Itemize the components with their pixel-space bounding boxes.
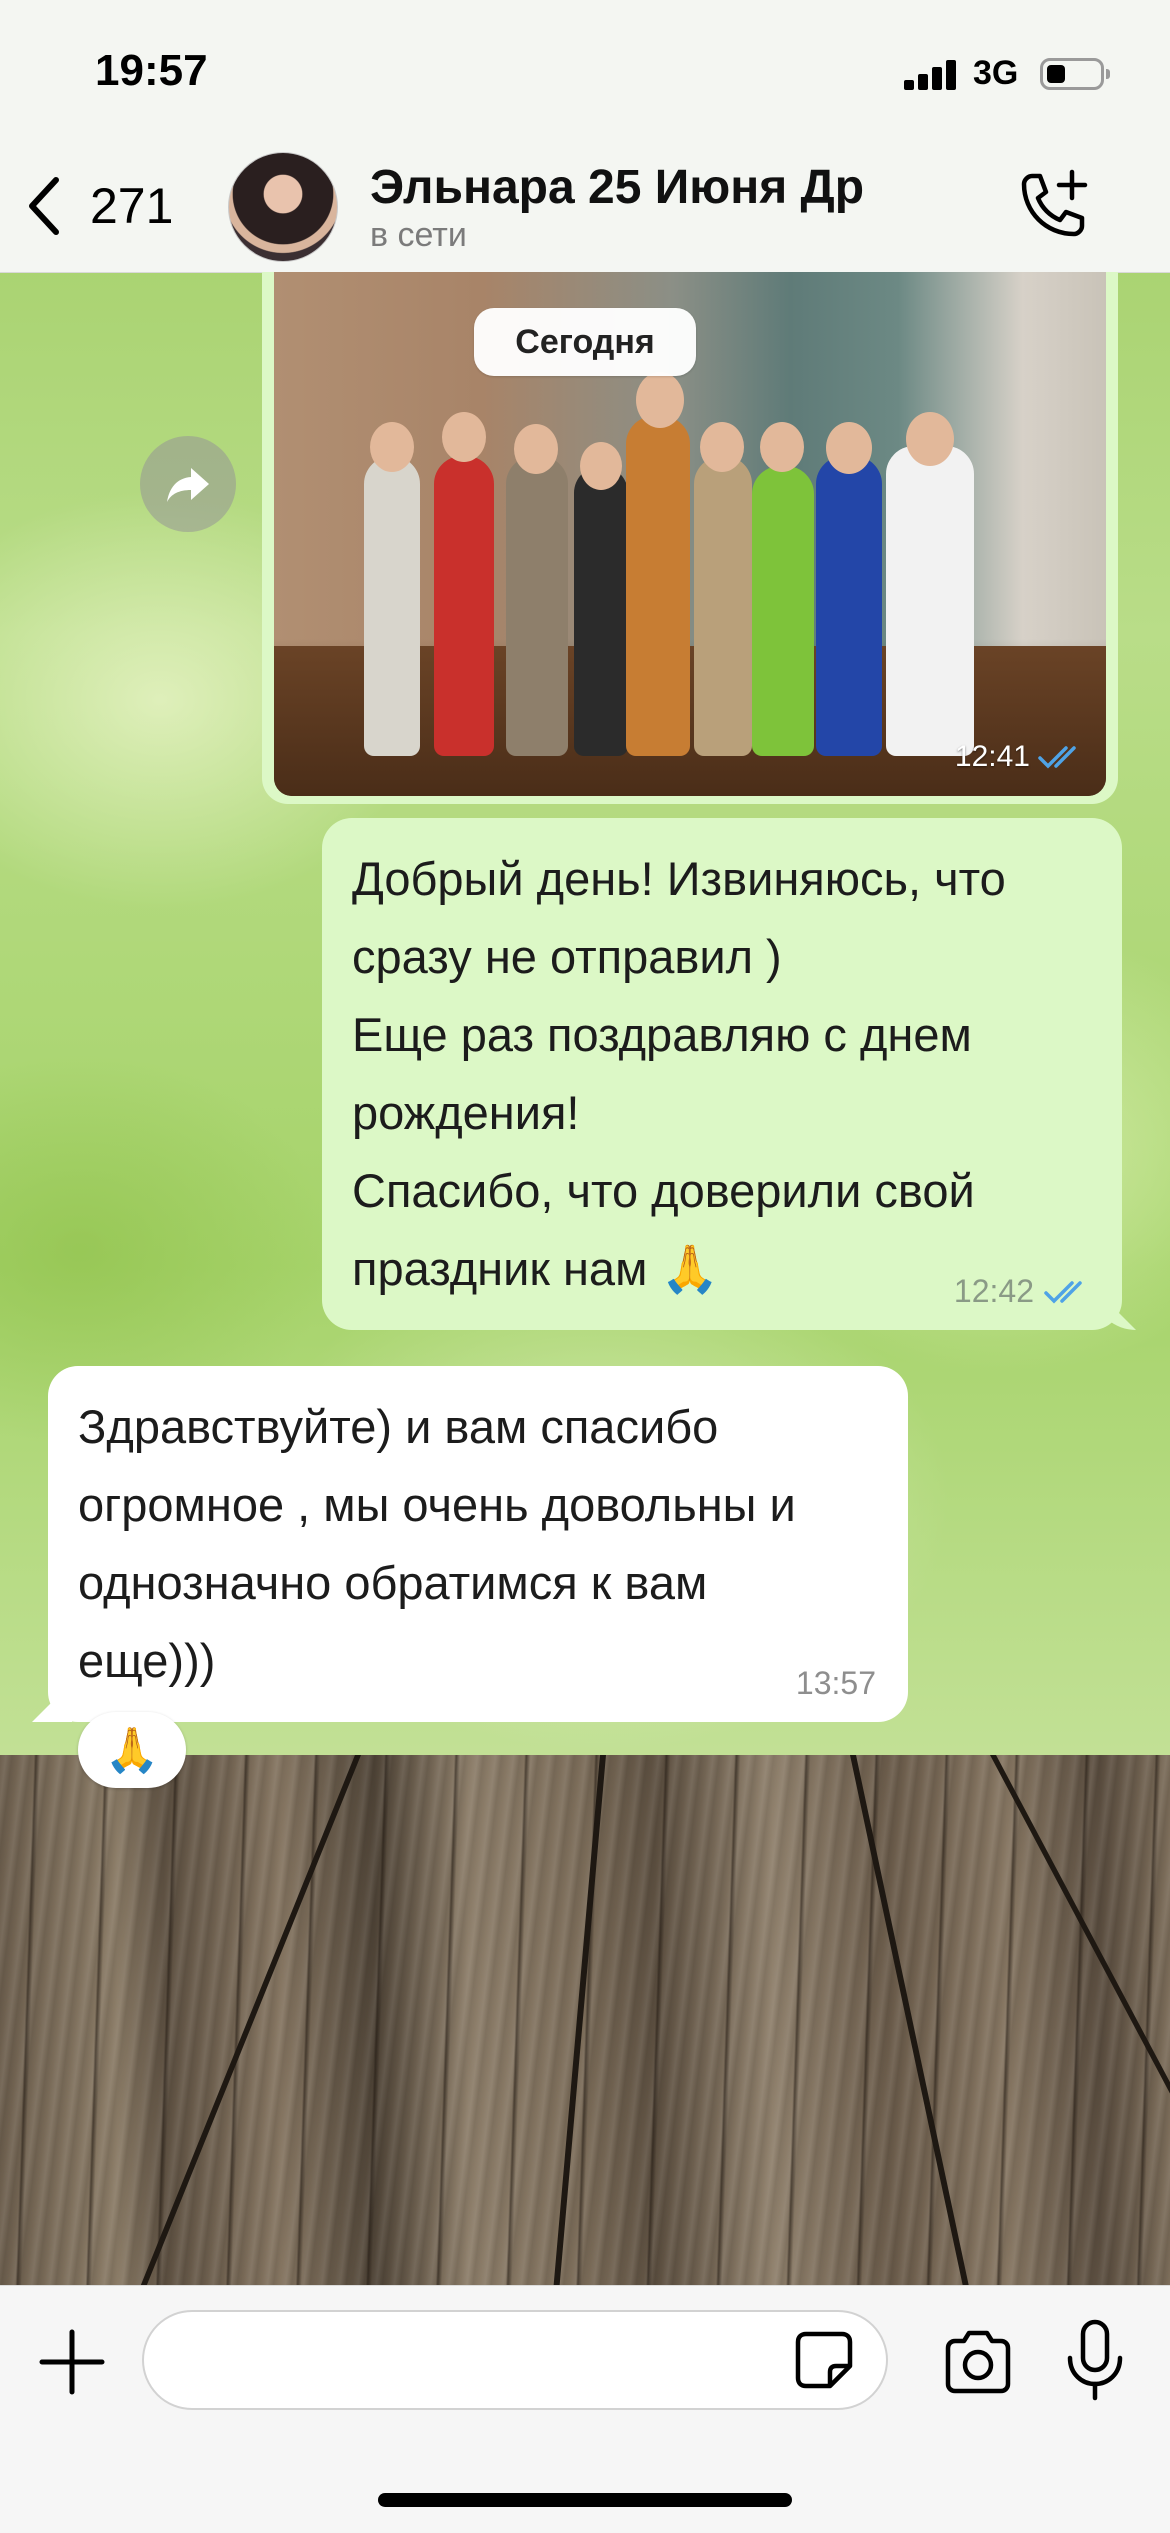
message-time-text: 12:42	[953, 1273, 1034, 1309]
photo-person	[694, 456, 752, 756]
photo-person-head	[906, 412, 954, 466]
chat-header: 19:57 3G 271 Эльнара 25 Июня Др в сети	[0, 0, 1170, 273]
message-timestamp: 13:57	[795, 1665, 876, 1701]
message-reaction[interactable]: 🙏	[78, 1712, 186, 1788]
photo-person-head	[370, 422, 414, 472]
microphone-button[interactable]	[1060, 2318, 1130, 2404]
photo-person-head	[442, 412, 486, 462]
photo-person	[886, 446, 974, 756]
contact-avatar[interactable]	[228, 152, 338, 262]
chat-title[interactable]: Эльнара 25 Июня Др	[370, 160, 864, 215]
photo-person	[816, 456, 882, 756]
camera-icon	[945, 2330, 1011, 2394]
photo-person	[434, 456, 494, 756]
double-check-icon	[1038, 746, 1076, 769]
back-button[interactable]: 271	[22, 168, 192, 244]
chat-status: в сети	[370, 216, 467, 254]
attach-button[interactable]	[36, 2326, 108, 2398]
photo-person-head	[580, 442, 622, 490]
network-type: 3G	[973, 54, 1019, 92]
message-line: Еще раз поздравляю с днем	[352, 1008, 972, 1061]
photo-person-head	[636, 372, 684, 428]
reaction-emoji: 🙏	[104, 1726, 160, 1775]
message-text: Добрый день! Извиняюсь, что сразу не отп…	[352, 840, 1092, 1308]
message-line: Здравствуйте) и вам спасибо	[78, 1400, 719, 1453]
microphone-icon	[1067, 2319, 1123, 2401]
home-indicator	[378, 2493, 792, 2507]
message-line: рождения!	[352, 1086, 580, 1139]
forward-button[interactable]	[140, 436, 236, 532]
message-line: Добрый день! Извиняюсь, что	[352, 852, 1006, 905]
plus-icon	[39, 2329, 105, 2395]
message-line: еще)))	[78, 1634, 216, 1687]
battery-icon	[1040, 58, 1110, 90]
photo-person	[364, 456, 420, 756]
unread-count: 271	[90, 178, 174, 234]
message-timestamp: 12:42	[954, 1273, 1092, 1310]
outgoing-text-message[interactable]: Добрый день! Извиняюсь, что сразу не отп…	[322, 818, 1122, 1330]
photo-person	[752, 466, 814, 756]
message-input-bar	[0, 2285, 1170, 2533]
double-check-icon	[1044, 1280, 1082, 1303]
message-text: Здравствуйте) и вам спасибо огромное , м…	[78, 1388, 878, 1700]
forward-arrow-icon	[167, 468, 209, 502]
photo-time-text: 12:41	[954, 740, 1030, 773]
photo-person-head	[760, 422, 804, 472]
date-separator: Сегодня	[474, 308, 696, 376]
chevron-left-icon	[29, 177, 59, 235]
photo-person	[626, 416, 690, 756]
photo-person	[506, 456, 568, 756]
sticker-button[interactable]	[792, 2328, 856, 2392]
phone-plus-icon	[1021, 169, 1088, 237]
photo-person-head	[700, 422, 744, 472]
message-line: сразу не отправил )	[352, 930, 782, 983]
sticker-icon	[795, 2331, 853, 2389]
camera-button[interactable]	[940, 2324, 1016, 2400]
message-line: огромное , мы очень довольны и	[78, 1478, 796, 1531]
photo-person-head	[514, 424, 558, 474]
signal-strength-icon	[904, 58, 960, 90]
message-input[interactable]	[142, 2310, 888, 2410]
message-line: Спасибо, что доверили свой	[352, 1164, 975, 1217]
call-button[interactable]	[1010, 166, 1094, 250]
message-line: однозначно обратимся к вам	[78, 1556, 708, 1609]
photo-person-head	[826, 422, 872, 474]
status-time: 19:57	[95, 46, 208, 95]
photo-timestamp: 12:41	[955, 740, 1086, 774]
photo-person	[574, 466, 628, 756]
incoming-text-message[interactable]: Здравствуйте) и вам спасибо огромное , м…	[48, 1366, 908, 1722]
